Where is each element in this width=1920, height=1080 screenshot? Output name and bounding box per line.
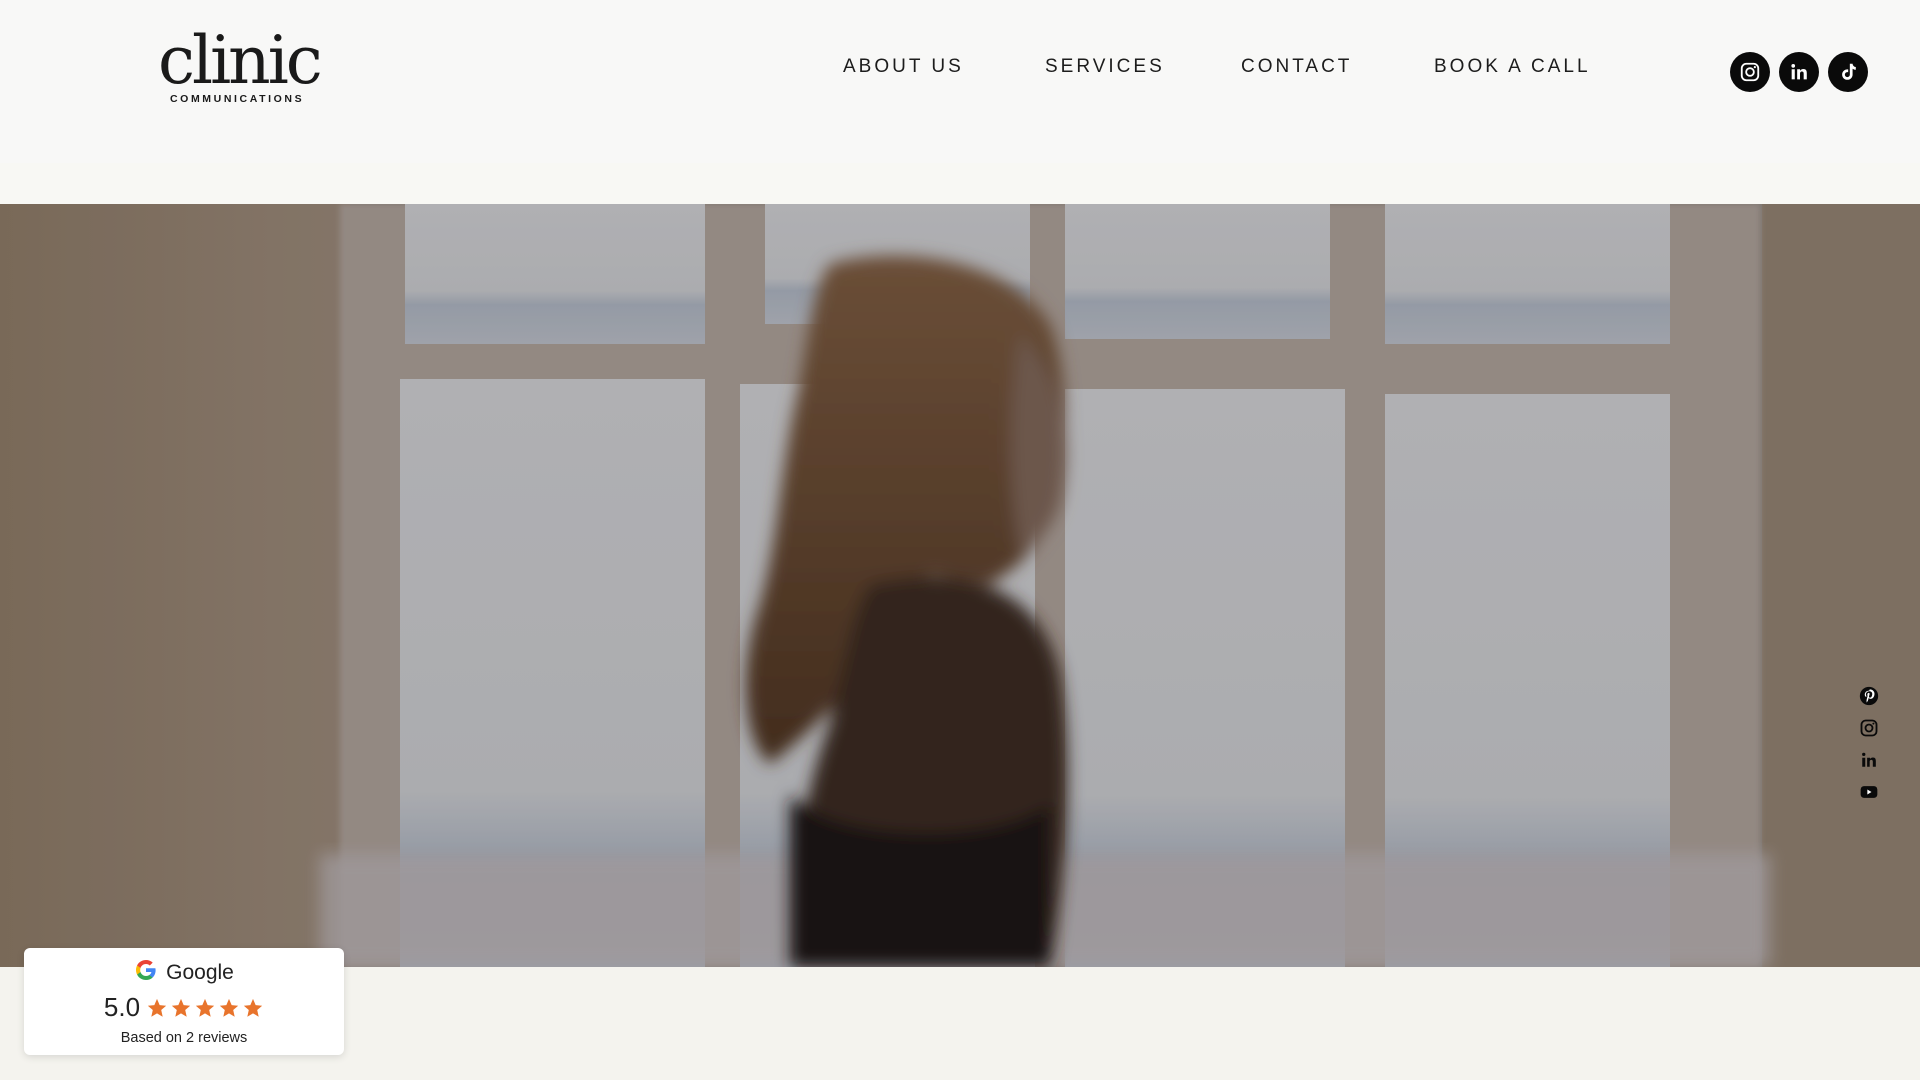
tiktok-icon[interactable]	[1828, 52, 1868, 92]
site-logo[interactable]: clinic COMMUNICATIONS	[158, 28, 338, 110]
star-icon	[171, 998, 191, 1017]
review-count-label: Based on 2 reviews	[120, 1030, 248, 1046]
review-stars	[146, 997, 264, 1019]
google-review-widget[interactable]: Google 5.0 Based on 2 reviews	[24, 948, 344, 1055]
instagram-icon[interactable]	[1730, 52, 1770, 92]
linkedin-icon[interactable]	[1779, 52, 1819, 92]
header-social-links	[1730, 52, 1868, 92]
review-score: 5.0	[103, 992, 141, 1022]
star-icon	[219, 998, 239, 1017]
header-band	[0, 163, 1920, 204]
star-icon	[147, 998, 167, 1017]
star-icon	[195, 998, 215, 1017]
review-brand-label: Google	[166, 961, 234, 984]
nav-about-us[interactable]: ABOUT US	[843, 56, 964, 78]
hero-image	[0, 204, 1920, 967]
side-social-links	[1858, 685, 1880, 803]
review-brand-row: Google	[24, 958, 344, 988]
youtube-icon[interactable]	[1858, 781, 1880, 803]
instagram-icon[interactable]	[1858, 717, 1880, 739]
linkedin-icon[interactable]	[1858, 749, 1880, 771]
logo-wordmark: clinic	[158, 22, 323, 99]
nav-book-a-call[interactable]: BOOK A CALL	[1434, 56, 1591, 78]
star-icon	[243, 998, 263, 1017]
nav-services[interactable]: SERVICES	[1045, 56, 1165, 78]
pinterest-icon[interactable]	[1858, 685, 1880, 707]
google-g-icon	[134, 958, 158, 988]
site-header: clinic COMMUNICATIONS ABOUT US SERVICES …	[0, 0, 1920, 163]
review-score-row: 5.0	[24, 992, 344, 1023]
nav-contact[interactable]: CONTACT	[1241, 56, 1352, 78]
